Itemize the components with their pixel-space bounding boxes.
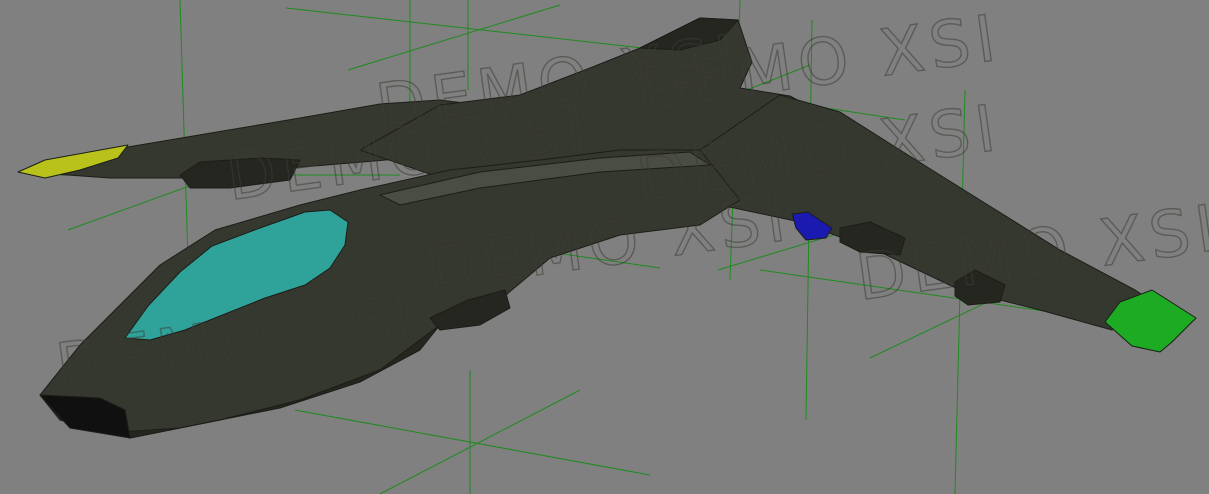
3d-viewport[interactable]: DEMO XSI DEMO XSI DEMO XSI DEMO XSI DEMO… [0, 0, 1209, 494]
grid-line [179, 0, 189, 261]
scene-canvas[interactable]: DEMO XSI DEMO XSI DEMO XSI DEMO XSI DEMO… [0, 0, 1209, 494]
demo-watermark: DEMO XSI DEMO XSI DEMO XSI DEMO XSI DEMO… [51, 1, 1209, 407]
grid-line [294, 409, 651, 476]
grid-line [379, 389, 581, 494]
